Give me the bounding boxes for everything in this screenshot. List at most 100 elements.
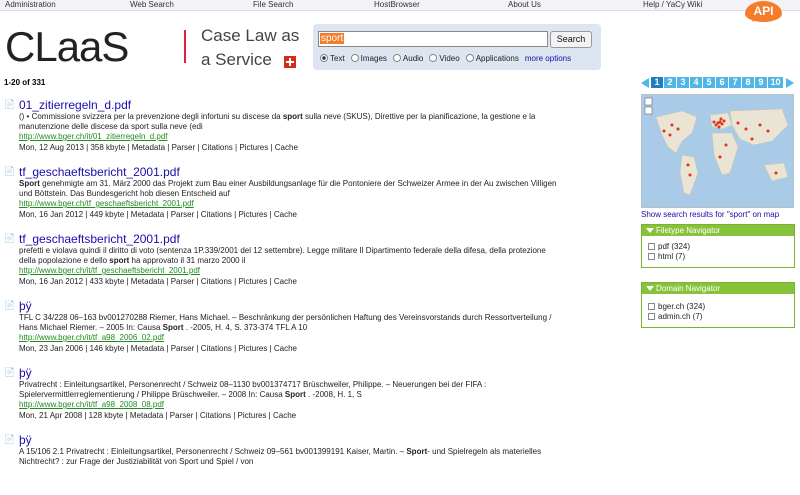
option-audio[interactable]: Audio xyxy=(392,54,423,63)
next-page-arrow-icon[interactable] xyxy=(786,77,794,88)
map-results-link[interactable]: Show search results for "sport" on map xyxy=(641,210,779,219)
pictures-link[interactable]: Pictures xyxy=(238,344,267,353)
page-5[interactable]: 5 xyxy=(703,77,715,88)
citations-link[interactable]: Citations xyxy=(200,411,231,420)
pictures-link[interactable]: Pictures xyxy=(239,143,268,152)
nav-hostbrowser[interactable]: HostBrowser xyxy=(374,0,420,10)
page-2[interactable]: 2 xyxy=(664,77,676,88)
option-text[interactable]: Text xyxy=(320,54,345,63)
search-input[interactable]: sport xyxy=(318,31,548,47)
cache-link[interactable]: Cache xyxy=(275,143,298,152)
metadata-link[interactable]: Metadata xyxy=(131,277,164,286)
tagline-line2: a Service xyxy=(201,50,272,69)
cache-link[interactable]: Cache xyxy=(273,411,296,420)
radio-icon[interactable] xyxy=(465,54,474,62)
result-title[interactable]: þÿ xyxy=(19,433,614,447)
page-8[interactable]: 8 xyxy=(742,77,754,88)
more-options-link[interactable]: more options xyxy=(525,54,571,63)
result-url[interactable]: http://www.bger.ch/it/tf_a98_2006_02.pdf xyxy=(19,333,614,343)
parser-link[interactable]: Parser xyxy=(171,277,195,286)
nav-administration[interactable]: Administration xyxy=(5,0,56,10)
search-query: sport xyxy=(320,33,345,44)
page-1[interactable]: 1 xyxy=(651,77,663,88)
search-result: 📄 tf_geschaeftsbericht_2001.pdf Sport ge… xyxy=(4,165,614,220)
option-images[interactable]: Images xyxy=(350,54,387,63)
radio-icon[interactable] xyxy=(350,54,359,62)
pictures-link[interactable]: Pictures xyxy=(238,210,267,219)
page-6[interactable]: 6 xyxy=(716,77,728,88)
result-title[interactable]: þÿ xyxy=(19,366,614,380)
radio-icon[interactable] xyxy=(429,54,438,62)
citations-link[interactable]: Citations xyxy=(201,344,232,353)
nav-web-search[interactable]: Web Search xyxy=(130,0,174,10)
parser-link[interactable]: Parser xyxy=(172,143,196,152)
results-map[interactable] xyxy=(641,94,794,208)
parser-link[interactable]: Parser xyxy=(170,411,194,420)
search-type-options: Text Images Audio Video Applications mor… xyxy=(320,54,571,63)
result-url[interactable]: http://www.bger.ch/it/tf_a98_2008_08.pdf xyxy=(19,400,614,410)
logo[interactable]: CLaaS xyxy=(5,22,129,72)
page-3[interactable]: 3 xyxy=(677,77,689,88)
result-title[interactable]: tf_geschaeftsbericht_2001.pdf xyxy=(19,165,614,179)
cache-link[interactable]: Cache xyxy=(274,344,297,353)
page-9[interactable]: 9 xyxy=(755,77,767,88)
pictures-link[interactable]: Pictures xyxy=(238,411,267,420)
nav-help-wiki[interactable]: Help / YaCy Wiki xyxy=(643,0,702,10)
search-result: 📄 01_zitierregeln_d.pdf () • Commissione… xyxy=(4,98,614,153)
option-applications[interactable]: Applications xyxy=(465,54,519,63)
filter-bger[interactable]: bger.ch (324) xyxy=(642,302,794,312)
checkbox-icon[interactable] xyxy=(648,253,655,260)
metadata-link[interactable]: Metadata xyxy=(132,143,165,152)
page-10[interactable]: 10 xyxy=(768,77,783,88)
page-4[interactable]: 4 xyxy=(690,77,702,88)
result-meta: Mon, 16 Jan 2012 | 449 kbyte | Metadata … xyxy=(19,210,297,219)
metadata-link[interactable]: Metadata xyxy=(131,344,164,353)
filetype-navigator-header[interactable]: Filetype Navigator xyxy=(642,225,794,236)
filter-pdf[interactable]: pdf (324) xyxy=(642,242,794,252)
prev-page-arrow-icon[interactable] xyxy=(641,77,649,88)
api-badge[interactable]: API xyxy=(745,1,782,22)
citations-link[interactable]: Citations xyxy=(201,210,232,219)
pictures-link[interactable]: Pictures xyxy=(238,277,267,286)
result-title[interactable]: 01_zitierregeln_d.pdf xyxy=(19,98,614,112)
result-title[interactable]: tf_geschaeftsbericht_2001.pdf xyxy=(19,232,614,246)
citations-link[interactable]: Citations xyxy=(201,277,232,286)
domain-navigator-header[interactable]: Domain Navigator xyxy=(642,283,794,294)
radio-icon[interactable] xyxy=(320,54,328,62)
result-meta: Mon, 21 Apr 2008 | 128 kbyte | Metadata … xyxy=(19,411,297,420)
checkbox-icon[interactable] xyxy=(648,243,655,250)
metadata-link[interactable]: Metadata xyxy=(130,411,163,420)
nav-file-search[interactable]: File Search xyxy=(253,0,293,10)
result-count: 1-20 of 331 xyxy=(4,78,46,87)
document-icon: 📄 xyxy=(4,300,16,310)
pagination: 1 2 3 4 5 6 7 8 9 10 xyxy=(641,77,794,88)
nav-about-us[interactable]: About Us xyxy=(508,0,541,10)
logo-divider xyxy=(184,30,186,63)
page-7[interactable]: 7 xyxy=(729,77,741,88)
option-video[interactable]: Video xyxy=(429,54,460,63)
parser-link[interactable]: Parser xyxy=(171,344,195,353)
search-button[interactable]: Search xyxy=(550,31,592,48)
citations-link[interactable]: Citations xyxy=(202,143,233,152)
document-icon: 📄 xyxy=(4,99,16,109)
result-url[interactable]: http://www.bger.ch/tf_geschaeftsbericht_… xyxy=(19,199,614,209)
search-result: 📄 þÿ TFL C 34/228 06–163 bv001270288 Rie… xyxy=(4,299,614,354)
search-result: 📄 þÿ Privatrecht : Einleitungsartikel, P… xyxy=(4,366,614,421)
result-url[interactable]: http://www.bger.ch/it/tf_geschaeftsberic… xyxy=(19,266,614,276)
result-title[interactable]: þÿ xyxy=(19,299,614,313)
cache-link[interactable]: Cache xyxy=(274,210,297,219)
result-description: prefetti e violava quindi il diritto di … xyxy=(19,246,546,265)
parser-link[interactable]: Parser xyxy=(171,210,195,219)
document-icon: 📄 xyxy=(4,166,16,176)
metadata-link[interactable]: Metadata xyxy=(131,210,164,219)
result-url[interactable]: http://www.bger.ch/it/01_zitierregeln_d.… xyxy=(19,132,614,142)
filter-admin[interactable]: admin.ch (7) xyxy=(642,312,794,322)
checkbox-icon[interactable] xyxy=(648,313,655,320)
checkbox-icon[interactable] xyxy=(648,303,655,310)
filter-html[interactable]: html (7) xyxy=(642,252,794,262)
tagline-line1: Case Law as xyxy=(201,26,300,45)
result-meta: Mon, 12 Aug 2013 | 358 kbyte | Metadata … xyxy=(19,143,298,152)
result-meta: Mon, 16 Jan 2012 | 433 kbyte | Metadata … xyxy=(19,277,297,286)
cache-link[interactable]: Cache xyxy=(274,277,297,286)
radio-icon[interactable] xyxy=(392,54,401,62)
